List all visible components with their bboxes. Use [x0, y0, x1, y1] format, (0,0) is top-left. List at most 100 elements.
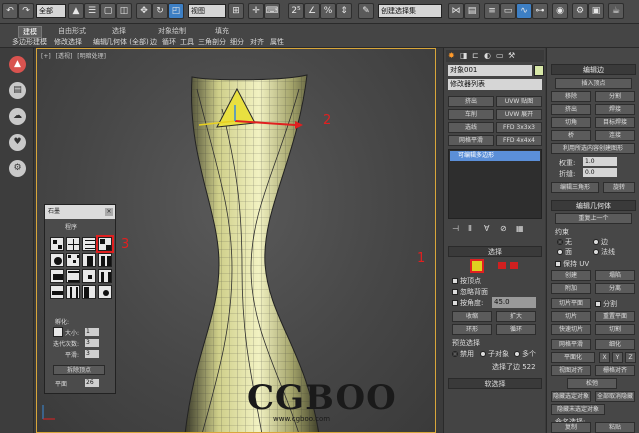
pattern-button-1[interactable]	[50, 237, 64, 251]
detach-button[interactable]: 分离	[595, 283, 635, 294]
reset-plane-button[interactable]: 重置平面	[595, 311, 635, 322]
select-edge-button[interactable]: 选线	[448, 122, 494, 133]
by-vertex-checkbox[interactable]: 按顶点	[452, 276, 481, 286]
pattern-button-14[interactable]	[66, 285, 80, 299]
edit-edges-header[interactable]: 编辑边	[551, 64, 636, 75]
make-unique-icon[interactable]: ∀	[484, 224, 489, 233]
tab-populate[interactable]: 填充	[215, 26, 229, 36]
preserve-uv-checkbox[interactable]: 保持 UV	[555, 259, 589, 269]
slice-button[interactable]: 切片	[551, 311, 591, 322]
scale-icon[interactable]: ◰	[168, 3, 184, 19]
align-icon[interactable]: ▤	[464, 3, 480, 19]
display-tab-icon[interactable]: ▭	[496, 51, 504, 60]
collapse-button[interactable]: 塌陷	[595, 270, 635, 281]
pattern-button-15[interactable]	[82, 285, 96, 299]
procedure-section-label[interactable]: 程序	[65, 222, 77, 231]
utilities-tab-icon[interactable]: ⚒	[508, 51, 515, 60]
material-editor-icon[interactable]: ◉	[552, 3, 568, 19]
preview-subobject-radio[interactable]: 子对象	[480, 349, 509, 359]
modify-tab-icon[interactable]: ◨	[460, 51, 468, 60]
hierarchy-tab-icon[interactable]: ⊏	[472, 51, 479, 60]
keyboard-shortcut-icon[interactable]: ⌨	[264, 3, 280, 19]
tessellate-button[interactable]: 细化	[595, 339, 635, 350]
view-align-button[interactable]: 视图对齐	[551, 365, 591, 376]
app-logo-icon[interactable]: ▲	[9, 56, 26, 73]
vertex-mode-icon[interactable]	[470, 259, 484, 273]
smooth-spinner[interactable]: 3	[85, 350, 99, 358]
ribbon-item-align[interactable]: 对齐	[250, 37, 264, 47]
meshsmooth-geo-button[interactable]: 网格平滑	[551, 339, 591, 350]
rotate-icon[interactable]: ↻	[152, 3, 168, 19]
show-end-result-icon[interactable]: Ⅱ	[468, 224, 472, 233]
pattern-button-3[interactable]	[82, 237, 96, 251]
turn-button[interactable]: 旋转	[603, 182, 635, 193]
ignore-backfacing-checkbox[interactable]: 忽略背面	[452, 287, 488, 297]
constraint-face-radio[interactable]: 面	[557, 247, 572, 257]
stack-item-editable-poly[interactable]: 可编辑多边形	[450, 151, 540, 161]
remove-vertex-button[interactable]: 拆除顶点	[53, 365, 105, 375]
ribbon-item-tools[interactable]: 工具	[180, 37, 194, 47]
pattern-button-4-selected[interactable]	[96, 235, 114, 253]
meshsmooth-button[interactable]: 网格平滑	[448, 135, 494, 146]
select-region-icon[interactable]: ▢	[100, 3, 116, 19]
pattern-button-6[interactable]	[66, 253, 80, 267]
repeat-last-button[interactable]: 重复上一个	[555, 213, 632, 224]
object-color-swatch[interactable]	[534, 65, 544, 76]
angle-field[interactable]: 45.0	[492, 297, 536, 308]
pattern-button-12[interactable]	[98, 269, 112, 283]
lathe-button[interactable]: 车削	[448, 109, 494, 120]
size-spinner[interactable]: 1	[85, 328, 99, 336]
ffd-333-button[interactable]: FFD 3x3x3	[496, 122, 542, 133]
hide-selected-button[interactable]: 隐藏选定对象	[551, 391, 591, 402]
constraint-normal-radio[interactable]: 法线	[593, 247, 615, 257]
pin-stack-icon[interactable]: ⊣	[452, 224, 459, 233]
ribbon-item-properties[interactable]: 属性	[270, 37, 284, 47]
spinner-snap-icon[interactable]: ⇕	[336, 3, 352, 19]
quickslice-button[interactable]: 快速切片	[551, 324, 591, 335]
ribbon-item-poly-modeling[interactable]: 多边形建模	[12, 37, 47, 47]
ribbon-item-triangulation[interactable]: 三角剖分	[198, 37, 226, 47]
create-shape-button[interactable]: 利用所选内容创建图形	[551, 143, 635, 154]
insert-vertex-button[interactable]: 插入顶点	[555, 78, 632, 89]
split-button[interactable]: 分割	[595, 91, 635, 102]
pivot-icon[interactable]: ⊞	[228, 3, 244, 19]
chamfer-button[interactable]: 切角	[551, 117, 591, 128]
pattern-button-2[interactable]	[66, 237, 80, 251]
tab-freeform[interactable]: 自由形式	[58, 26, 86, 36]
ribbon-item-edit[interactable]: 编辑	[93, 37, 107, 47]
selection-rollout-header[interactable]: 选择	[448, 246, 542, 257]
render-icon[interactable]: ☕	[608, 3, 624, 19]
border-mode-icon[interactable]	[510, 262, 518, 269]
edge-mode-icon[interactable]	[498, 262, 506, 269]
ribbon-item-loops[interactable]: 循环	[162, 37, 176, 47]
pattern-button-13[interactable]	[50, 285, 64, 299]
angle-snap-icon[interactable]: ∠	[304, 3, 320, 19]
plane-spinner[interactable]: 26	[85, 379, 99, 387]
planarize-x-button[interactable]: X	[599, 352, 610, 363]
selection-filter-select[interactable]: 全部	[36, 4, 66, 18]
pattern-button-9[interactable]	[50, 269, 64, 283]
ribbon-item-geometry-all[interactable]: 几何体 (全部)	[106, 37, 149, 47]
move-icon[interactable]: ✥	[136, 3, 152, 19]
slice-plane-button[interactable]: 切片平面	[551, 298, 591, 309]
soft-selection-rollout-header[interactable]: 软选择	[448, 378, 542, 389]
connect-button[interactable]: 连接	[595, 130, 635, 141]
grid-align-button[interactable]: 栅格对齐	[595, 365, 635, 376]
attach-button[interactable]: 附加	[551, 283, 591, 294]
tab-object-paint[interactable]: 对象绘制	[158, 26, 186, 36]
edit-triangulation-button[interactable]: 编辑三角形	[551, 182, 599, 193]
target-weld-button[interactable]: 目标焊接	[595, 117, 635, 128]
window-crossing-icon[interactable]: ◫	[116, 3, 132, 19]
ffd-444-button[interactable]: FFD 4x4x4	[496, 135, 542, 146]
undo-icon[interactable]: ↶	[2, 3, 18, 19]
remove-modifier-icon[interactable]: ⊘	[500, 224, 507, 233]
crease-field[interactable]: 0.0	[583, 168, 617, 177]
constraint-none-radio[interactable]: 无	[557, 237, 572, 247]
cloud-icon[interactable]: ☁	[9, 108, 26, 125]
uvw-unwrap-button[interactable]: UVW 展开	[496, 109, 542, 120]
percent-snap-icon[interactable]: %	[320, 3, 336, 19]
create-tab-icon[interactable]: ✸	[448, 51, 455, 60]
select-by-name-icon[interactable]: ☰	[84, 3, 100, 19]
remove-button[interactable]: 移除	[551, 91, 591, 102]
pattern-button-7[interactable]	[82, 253, 96, 267]
